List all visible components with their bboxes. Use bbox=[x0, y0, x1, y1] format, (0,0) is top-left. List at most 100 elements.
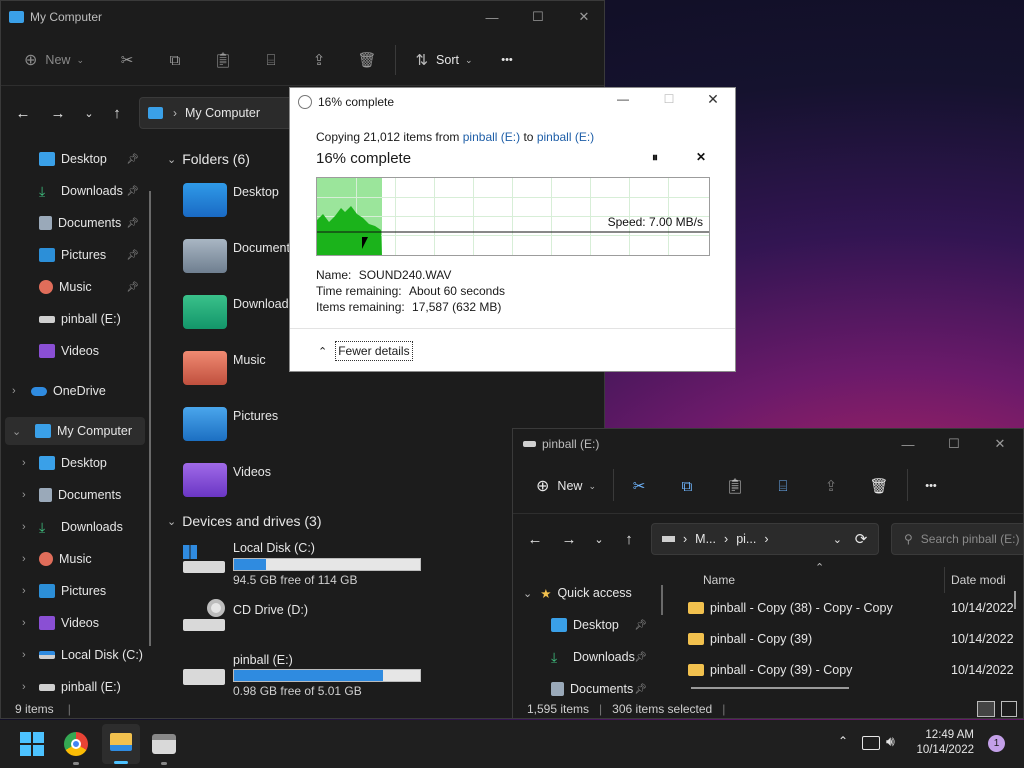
nav-item-pictures[interactable]: Pictures 📌︎ bbox=[1, 241, 151, 269]
chrome-icon[interactable] bbox=[64, 732, 88, 756]
folders-header[interactable]: ⌄ Folders (6) bbox=[167, 151, 250, 167]
delete-icon[interactable]: 🗑︎ bbox=[353, 49, 381, 71]
tiles-view-button[interactable] bbox=[1001, 701, 1017, 717]
sort-button[interactable]: ⇅ Sort ⌄ bbox=[409, 49, 479, 71]
music-folder-icon[interactable] bbox=[183, 351, 227, 385]
refresh-button[interactable]: ⟳ bbox=[849, 527, 873, 551]
breadcrumb-item[interactable]: M... bbox=[695, 532, 716, 546]
tree-item-pinball-drive[interactable]: › pinball (E:) bbox=[1, 673, 151, 701]
share-icon[interactable]: ⇪ bbox=[817, 475, 845, 497]
breadcrumb-item[interactable]: pi... bbox=[736, 532, 756, 546]
recent-locations-button[interactable]: ⌄ bbox=[587, 527, 611, 551]
start-button[interactable] bbox=[20, 732, 44, 756]
volume-icon[interactable]: 🔊︎ bbox=[886, 733, 906, 753]
chevron-down-icon[interactable]: ⌄ bbox=[833, 533, 842, 546]
up-button[interactable]: ↑ bbox=[617, 527, 641, 551]
nav-item-documents[interactable]: Documents 📌︎ bbox=[1, 209, 151, 237]
column-header-name[interactable]: Name bbox=[703, 573, 735, 587]
notification-badge[interactable]: 1 bbox=[988, 735, 1005, 752]
recent-locations-button[interactable]: ⌄ bbox=[77, 101, 101, 125]
share-icon[interactable]: ⇪ bbox=[305, 49, 333, 71]
address-bar[interactable]: › M... › pi... › ⌄ bbox=[651, 523, 879, 555]
quick-access[interactable]: ⌄ ★ Quick access bbox=[523, 581, 632, 605]
minimize-button[interactable]: — bbox=[885, 429, 931, 459]
maximize-button[interactable]: ☐ bbox=[515, 1, 561, 33]
nav-item-onedrive[interactable]: › OneDrive bbox=[1, 377, 151, 405]
nav-item-downloads[interactable]: ⤓ Downloads 📌︎ bbox=[1, 177, 151, 205]
folder-label-pictures[interactable]: Pictures bbox=[233, 409, 278, 423]
dialog-minimize-button[interactable]: — bbox=[608, 92, 638, 112]
rename-icon[interactable]: ⌸ bbox=[257, 49, 285, 71]
tree-item-documents[interactable]: › Documents bbox=[1, 481, 151, 509]
minimize-button[interactable]: — bbox=[469, 1, 515, 33]
close-button[interactable]: ✕ bbox=[561, 1, 604, 33]
drive-name-local-disk[interactable]: Local Disk (C:) bbox=[233, 541, 315, 555]
network-icon[interactable] bbox=[862, 736, 880, 750]
folder-label-desktop[interactable]: Desktop bbox=[233, 185, 279, 199]
folder-label-documents[interactable]: Documents bbox=[233, 241, 289, 255]
search-box[interactable]: ⚲ Search pinball (E:) bbox=[891, 523, 1023, 555]
more-options-button[interactable]: ••• bbox=[917, 475, 945, 497]
delete-icon[interactable]: 🗑︎ bbox=[865, 475, 893, 497]
downloads-folder-icon[interactable] bbox=[183, 295, 227, 329]
nav-item-videos[interactable]: Videos bbox=[1, 337, 151, 365]
column-header-date[interactable]: Date modi bbox=[951, 573, 1006, 587]
videos-folder-icon[interactable] bbox=[183, 463, 227, 497]
tree-item-desktop[interactable]: › Desktop bbox=[1, 449, 151, 477]
drives-header[interactable]: ⌄ Devices and drives (3) bbox=[167, 513, 322, 529]
cd-drive-icon[interactable] bbox=[183, 599, 225, 633]
back-button[interactable]: ← bbox=[523, 527, 547, 551]
pictures-folder-icon[interactable] bbox=[183, 407, 227, 441]
tree-item-downloads[interactable]: › ⤓ Downloads bbox=[1, 513, 151, 541]
more-options-button[interactable]: ••• bbox=[493, 49, 521, 71]
fewer-details-button[interactable]: ⌃ Fewer details bbox=[318, 340, 413, 362]
tree-item-music[interactable]: › Music bbox=[1, 545, 151, 573]
cut-icon[interactable]: ✂ bbox=[625, 475, 653, 497]
nav-scrollbar[interactable] bbox=[149, 191, 151, 646]
folder-label-downloads[interactable]: Downloads bbox=[233, 297, 289, 311]
copy-icon[interactable]: ⧉ bbox=[161, 49, 189, 71]
new-button[interactable]: ⊕ New ⌄ bbox=[19, 49, 89, 71]
paste-icon[interactable]: 📋︎ bbox=[209, 49, 237, 71]
pinball-drive-icon[interactable] bbox=[183, 663, 225, 689]
nav-scrollbar[interactable] bbox=[661, 585, 663, 615]
details-view-button[interactable] bbox=[977, 701, 995, 717]
tree-item-pictures[interactable]: › Pictures bbox=[1, 577, 151, 605]
tree-item-local-disk[interactable]: › Local Disk (C:) bbox=[1, 641, 151, 669]
drive-name-cd-drive[interactable]: CD Drive (D:) bbox=[233, 603, 308, 617]
pause-button[interactable]: ⏸︎ bbox=[646, 150, 664, 168]
cut-icon[interactable]: ✂ bbox=[113, 49, 141, 71]
folder-label-music[interactable]: Music bbox=[233, 353, 266, 367]
up-button[interactable]: ↑ bbox=[105, 101, 129, 125]
show-hidden-icons-button[interactable]: ⌃ bbox=[834, 734, 852, 752]
close-button[interactable]: ✕ bbox=[977, 429, 1023, 459]
nav-item-desktop[interactable]: Desktop 📌︎ bbox=[513, 611, 659, 639]
local-disk-icon[interactable] bbox=[183, 545, 225, 575]
vertical-scrollbar[interactable] bbox=[1014, 591, 1016, 609]
documents-folder-icon[interactable] bbox=[183, 239, 227, 273]
desktop-folder-icon[interactable] bbox=[183, 183, 227, 217]
nav-item-music[interactable]: Music 📌︎ bbox=[1, 273, 151, 301]
forward-button[interactable]: → bbox=[46, 101, 70, 125]
drive-name-pinball[interactable]: pinball (E:) bbox=[233, 653, 293, 667]
address-bar[interactable]: › My Computer bbox=[139, 97, 299, 129]
nav-item-pinball-drive[interactable]: pinball (E:) bbox=[1, 305, 151, 333]
source-link[interactable]: pinball (E:) bbox=[463, 130, 520, 144]
forward-button[interactable]: → bbox=[557, 527, 581, 551]
list-item[interactable]: pinball - Copy (39) - Copy bbox=[688, 655, 852, 685]
app-icon[interactable] bbox=[152, 734, 176, 754]
maximize-button[interactable]: ☐ bbox=[931, 429, 977, 459]
nav-item-desktop[interactable]: Desktop 📌︎ bbox=[1, 145, 151, 173]
file-explorer-taskbar-button[interactable] bbox=[102, 724, 140, 764]
copy-icon[interactable]: ⧉ bbox=[673, 475, 701, 497]
list-item[interactable]: pinball - Copy (38) - Copy - Copy bbox=[688, 593, 893, 623]
dialog-close-button[interactable]: ✕ bbox=[698, 91, 728, 111]
rename-icon[interactable]: ⌸ bbox=[769, 475, 797, 497]
list-item[interactable]: pinball - Copy (39) bbox=[688, 624, 812, 654]
nav-item-my-computer[interactable]: ⌄ My Computer bbox=[5, 417, 145, 445]
cancel-copy-button[interactable]: ✕ bbox=[692, 150, 710, 168]
clock[interactable]: 12:49 AM 10/14/2022 bbox=[910, 728, 974, 758]
horizontal-scrollbar[interactable] bbox=[691, 687, 849, 689]
nav-item-downloads[interactable]: ⤓ Downloads 📌︎ bbox=[513, 643, 659, 671]
new-button[interactable]: ⊕ New ⌄ bbox=[531, 475, 601, 497]
